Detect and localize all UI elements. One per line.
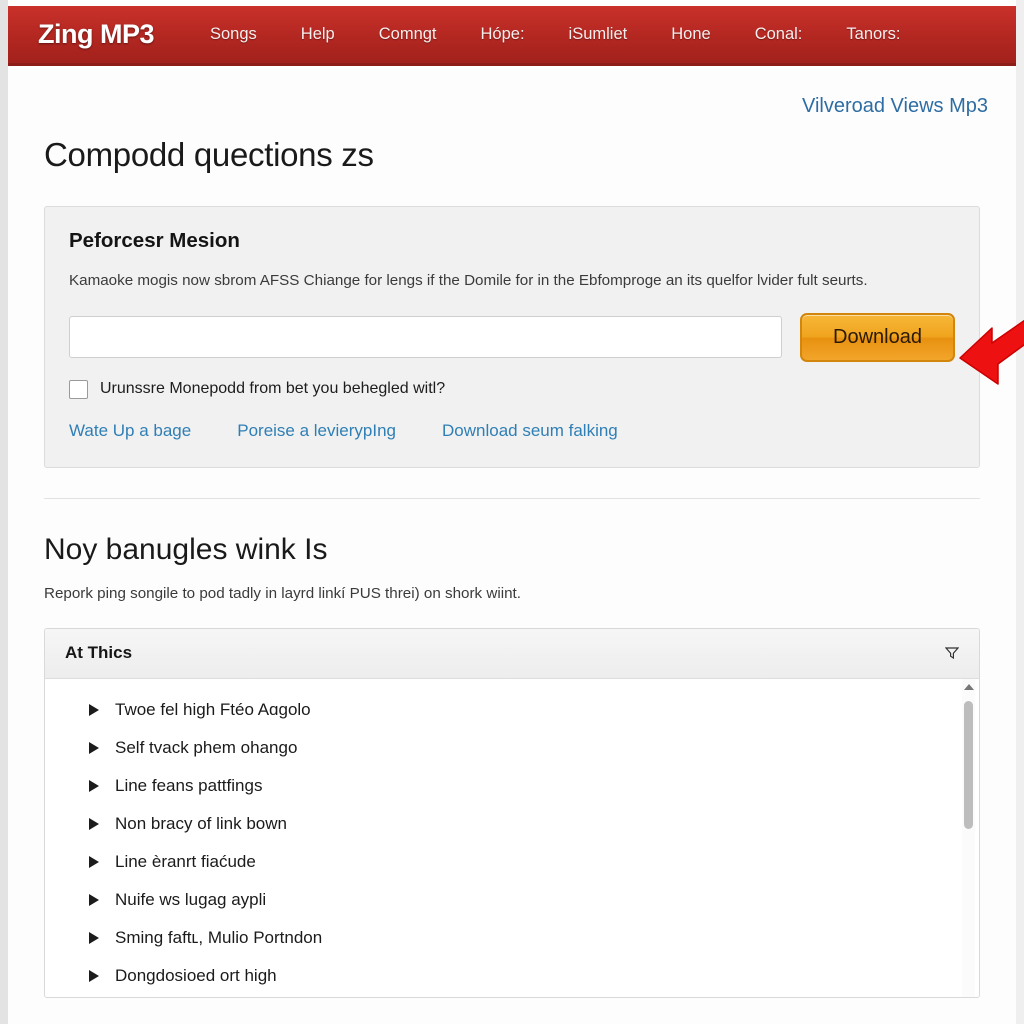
nav-item-isumliet[interactable]: iSumliet [547,19,650,50]
caret-right-icon [89,741,99,754]
caret-right-icon [89,931,99,944]
nav-item-conal[interactable]: Conal: [733,19,825,50]
list-item[interactable]: Line èranrt fiaćude [45,843,979,881]
panel-description: Kamaoke mogis now sbrom AFSS Chiange for… [69,272,868,289]
confirm-checkbox-label: Urunssre Monepodd from bet you behegled … [100,380,446,398]
nav-item-comngt[interactable]: Comngt [357,19,459,50]
topics-list-scrollbar[interactable] [962,678,975,997]
scrollbar-thumb[interactable] [964,700,973,829]
filter-funnel-icon[interactable] [945,647,959,660]
site-logo[interactable]: Zing MP3 [38,19,155,50]
list-item[interactable]: Nuife ws lugag aypli [45,881,979,919]
caret-right-icon [89,969,99,982]
panel-link-poreise-a-levierypIng[interactable]: Poreise a levierypIng [237,421,396,441]
list-item[interactable]: Non bracy of link bown [45,805,979,843]
topics-list-title: At Thics [65,643,133,663]
caret-right-icon [89,893,99,906]
section-description: Repork ping songile to pod tadly in layr… [44,584,521,602]
panel-title: Peforcesr Mesion [69,229,240,252]
primary-nav: Songs Help Comngt Hópe: iSumliet Hone Co… [188,19,923,50]
page-root: Zing MP3 Songs Help Comngt Hópe: iSumlie… [0,0,1024,1024]
list-item-label: Nuife ws lugag aypli [115,889,267,909]
url-input[interactable] [69,316,782,359]
topics-list-body: Twoe fel high Ftéo Aɑgolo Self tvack phe… [45,678,979,997]
list-item[interactable]: Dongdoѕioed ort high [45,957,979,995]
top-right-link[interactable]: Vilveroad Views Mp3 [36,95,988,118]
site-navbar: Zing MP3 Songs Help Comngt Hópe: iSumlie… [8,6,1016,66]
download-button[interactable]: Download [800,312,955,362]
topics-list-header: At Thics [45,628,979,679]
page-title: Compodd quections zs [44,136,374,173]
list-item-label: Dongdoѕioed ort high [115,965,277,985]
confirm-checkbox-row: Urunssre Monepodd from bet you behegled … [69,379,955,399]
page-left-gutter [0,0,8,1024]
download-form-row: Download [69,312,955,362]
nav-item-help[interactable]: Help [279,19,357,50]
topics-list-panel: At Thics Twoe fel high Ftéo Aɑgolo Self … [44,627,980,998]
section-title: Noy banugles wink Is [44,532,328,566]
list-item[interactable]: Self tvack phem ohango [45,729,979,767]
list-item-label: Self tvack phem ohango [115,737,298,757]
list-item[interactable]: Twoe fel high Ftéo Aɑgolo [45,691,979,729]
list-item-label: Sming faftʟ, Mulio Portndon [115,927,323,947]
caret-right-icon [89,817,99,830]
page-content: Vilveroad Views Mp3 Compodd quections zs… [8,69,1016,1024]
caret-right-icon [89,703,99,716]
nav-item-hone[interactable]: Hone [649,19,732,50]
list-item[interactable]: Line feans pattfings [45,767,979,805]
nav-item-songs[interactable]: Songs [188,19,279,50]
download-panel: Peforcesr Mesion Kamaoke mogis now sbrom… [44,206,980,468]
list-item[interactable]: Sming faftʟ, Mulio Portndon [45,919,979,957]
nav-item-hope[interactable]: Hópe: [459,19,547,50]
nav-item-tanors[interactable]: Tanors: [824,19,922,50]
list-item-label: Line feans pattfings [115,775,263,795]
list-item-label: Line èranrt fiaćude [115,851,256,871]
panel-links-row: Wate Up a bage Poreise a levierypIng Dow… [69,421,955,441]
section-divider [44,497,980,499]
page-right-gutter [1016,0,1024,1024]
scroll-up-arrow-icon[interactable] [963,683,974,690]
confirm-checkbox[interactable] [69,379,88,399]
list-item-label: Non bracy of link bown [115,813,287,833]
caret-right-icon [89,779,99,792]
panel-link-wate-up-a-bage[interactable]: Wate Up a bage [69,421,191,441]
caret-right-icon [89,855,99,868]
list-item-label: Twoe fel high Ftéo Aɑgolo [115,699,311,719]
panel-link-download-seum-falking[interactable]: Download seum falking [442,421,618,441]
